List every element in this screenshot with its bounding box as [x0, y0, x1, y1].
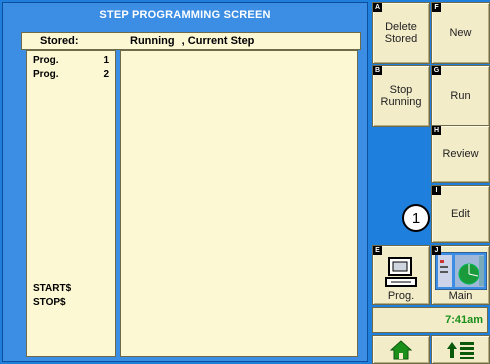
run-button[interactable]: G Run — [431, 65, 490, 127]
running-label: Running — [380, 96, 422, 108]
key-b-badge: B — [373, 66, 382, 75]
stop-label: STOP$ — [33, 297, 66, 308]
current-step-label: , Current Step — [181, 35, 255, 47]
start-label: START$ — [33, 283, 72, 294]
main-screen-icon — [434, 252, 487, 290]
clock-display: 7:41am — [372, 307, 488, 333]
stop-label: Stop — [389, 84, 413, 96]
review-label: Review — [442, 148, 479, 160]
delete-label: Delete — [385, 21, 417, 33]
stored-header: Stored: — [40, 35, 79, 47]
new-button[interactable]: F New — [431, 2, 490, 64]
delete-stored-button[interactable]: A Delete Stored — [372, 2, 430, 64]
key-f-badge: F — [432, 3, 441, 12]
new-label: New — [449, 27, 472, 39]
main-button[interactable]: J Main — [431, 245, 490, 305]
stored-program-list[interactable]: Prog. 1 Prog. 2 START$ STOP$ — [26, 50, 116, 357]
list-item[interactable]: Prog. 1 — [33, 55, 111, 66]
running-label: Running — [130, 35, 175, 47]
list-item[interactable]: Prog. 2 — [33, 69, 111, 80]
prog-number: 1 — [103, 55, 109, 66]
key-e-badge: E — [373, 246, 382, 255]
prog-label: Prog. — [33, 55, 59, 66]
key-i-badge: I — [432, 186, 441, 195]
computer-icon — [385, 257, 417, 287]
key-a-badge: A — [373, 3, 382, 12]
prog-number: 2 — [103, 69, 109, 80]
key-g-badge: G — [432, 66, 441, 75]
key-j-badge: J — [432, 246, 441, 255]
callout-marker: 1 — [402, 204, 430, 232]
key-h-badge: H — [432, 126, 441, 135]
up-arrow-list-icon — [446, 341, 474, 359]
home-icon — [390, 339, 412, 359]
edit-label: Edit — [451, 208, 470, 220]
up-list-button[interactable] — [431, 335, 490, 364]
prog-label: Prog. — [387, 290, 415, 302]
run-label: Run — [450, 90, 471, 102]
edit-button[interactable]: I Edit — [431, 185, 490, 243]
running-header: Running , Current Step — [130, 35, 254, 47]
screen-title: STEP PROGRAMMING SCREEN — [99, 9, 271, 21]
prog-label: Prog. — [33, 69, 59, 80]
review-button[interactable]: H Review — [431, 125, 490, 183]
list-header: Stored: Running , Current Step — [21, 32, 361, 50]
main-label: Main — [448, 290, 473, 302]
home-button[interactable] — [372, 335, 430, 364]
prog-button[interactable]: E Prog. — [372, 245, 430, 305]
stored-label: Stored — [384, 33, 418, 45]
stop-running-button[interactable]: B Stop Running — [372, 65, 430, 127]
running-program-list[interactable] — [120, 50, 358, 357]
